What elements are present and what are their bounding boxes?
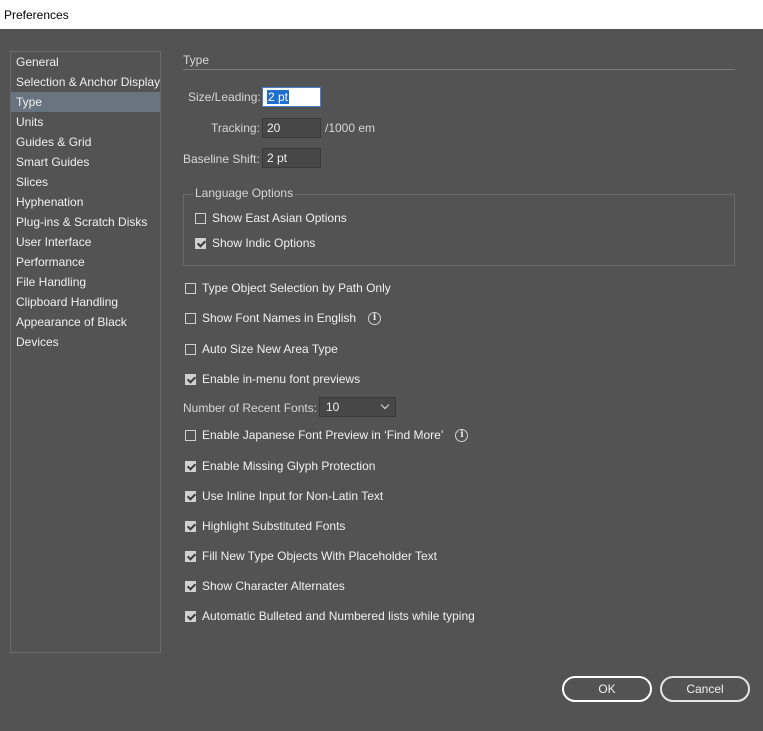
sidebar-item-smart-guides[interactable]: Smart Guides (11, 152, 160, 172)
sidebar-item-hyphenation[interactable]: Hyphenation (11, 192, 160, 212)
size-leading-label: Size/Leading: (188, 90, 261, 104)
recent-fonts-value: 10 (326, 400, 340, 414)
window-title: Preferences (4, 7, 69, 22)
inline-input-label: Use Inline Input for Non-Latin Text (202, 489, 384, 503)
character-alternates-option[interactable]: Show Character Alternates (185, 579, 345, 593)
language-options-group (183, 194, 735, 266)
font-names-english-checkbox[interactable] (185, 312, 196, 324)
size-leading-value: 2 pt (267, 90, 290, 104)
japanese-font-preview-checkbox[interactable] (185, 429, 196, 441)
font-names-english-option[interactable]: Show Font Names in English i (185, 311, 382, 325)
ok-button[interactable]: OK (562, 676, 652, 702)
placeholder-text-checkbox[interactable] (185, 550, 196, 562)
inline-input-checkbox[interactable] (185, 490, 196, 502)
window-title-bar: Preferences (0, 0, 763, 29)
sidebar-item-clipboard-handling[interactable]: Clipboard Handling (11, 292, 160, 312)
bulleted-lists-option[interactable]: Automatic Bulleted and Numbered lists wh… (185, 609, 475, 623)
show-indic-checkbox[interactable] (195, 237, 206, 249)
section-divider (183, 69, 735, 70)
tracking-unit: /1000 em (325, 121, 376, 135)
sidebar-item-slices[interactable]: Slices (11, 172, 160, 192)
sidebar-item-user-interface[interactable]: User Interface (11, 232, 160, 252)
font-names-english-label: Show Font Names in English (202, 311, 357, 325)
cancel-button[interactable]: Cancel (660, 676, 750, 702)
sidebar-item-plugins-scratch-disks[interactable]: Plug-ins & Scratch Disks (11, 212, 160, 232)
sidebar-item-selection-anchor-display[interactable]: Selection & Anchor Display (11, 72, 160, 92)
auto-size-area-type-checkbox[interactable] (185, 343, 196, 355)
inmenu-font-previews-checkbox[interactable] (185, 373, 196, 385)
sidebar-item-general[interactable]: General (11, 52, 160, 72)
bulleted-lists-checkbox[interactable] (185, 610, 196, 622)
placeholder-text-option[interactable]: Fill New Type Objects With Placeholder T… (185, 549, 437, 563)
show-indic-option[interactable]: Show Indic Options (195, 236, 315, 250)
chevron-down-icon (380, 400, 390, 410)
type-object-selection-label: Type Object Selection by Path Only (202, 281, 391, 295)
missing-glyph-protection-label: Enable Missing Glyph Protection (202, 459, 376, 473)
bulleted-lists-label: Automatic Bulleted and Numbered lists wh… (202, 609, 475, 623)
sidebar-item-type[interactable]: Type (11, 92, 160, 112)
preferences-sidebar: General Selection & Anchor Display Type … (10, 51, 161, 653)
tracking-field[interactable]: 20 (262, 118, 321, 138)
inline-input-option[interactable]: Use Inline Input for Non-Latin Text (185, 489, 383, 503)
language-options-title: Language Options (193, 186, 296, 200)
type-object-selection-checkbox[interactable] (185, 282, 196, 294)
section-title: Type (183, 53, 210, 67)
sidebar-item-units[interactable]: Units (11, 112, 160, 132)
recent-fonts-label: Number of Recent Fonts: (183, 401, 318, 415)
show-east-asian-checkbox[interactable] (195, 212, 206, 224)
sidebar-item-file-handling[interactable]: File Handling (11, 272, 160, 292)
show-indic-label: Show Indic Options (212, 236, 316, 250)
inmenu-font-previews-label: Enable in-menu font previews (202, 372, 361, 386)
show-east-asian-option[interactable]: Show East Asian Options (195, 211, 347, 225)
character-alternates-checkbox[interactable] (185, 580, 196, 592)
auto-size-area-type-option[interactable]: Auto Size New Area Type (185, 342, 338, 356)
baseline-shift-label: Baseline Shift: (183, 152, 260, 166)
sidebar-item-performance[interactable]: Performance (11, 252, 160, 272)
size-leading-field[interactable]: 2 pt (262, 87, 321, 107)
baseline-shift-field[interactable]: 2 pt (262, 148, 321, 168)
auto-size-area-type-label: Auto Size New Area Type (202, 342, 338, 356)
placeholder-text-label: Fill New Type Objects With Placeholder T… (202, 549, 437, 563)
japanese-font-preview-label: Enable Japanese Font Preview in ‘Find Mo… (202, 428, 444, 442)
tracking-label: Tracking: (211, 121, 260, 135)
sidebar-item-devices[interactable]: Devices (11, 332, 160, 352)
recent-fonts-select[interactable]: 10 (319, 397, 396, 417)
sidebar-item-guides-grid[interactable]: Guides & Grid (11, 132, 160, 152)
info-icon[interactable]: i (455, 428, 469, 442)
show-east-asian-label: Show East Asian Options (212, 211, 347, 225)
japanese-font-preview-option[interactable]: Enable Japanese Font Preview in ‘Find Mo… (185, 428, 469, 442)
info-icon[interactable]: i (368, 311, 382, 325)
highlight-substituted-fonts-checkbox[interactable] (185, 520, 196, 532)
missing-glyph-protection-option[interactable]: Enable Missing Glyph Protection (185, 459, 375, 473)
highlight-substituted-fonts-label: Highlight Substituted Fonts (202, 519, 346, 533)
type-object-selection-option[interactable]: Type Object Selection by Path Only (185, 281, 391, 295)
highlight-substituted-fonts-option[interactable]: Highlight Substituted Fonts (185, 519, 345, 533)
character-alternates-label: Show Character Alternates (202, 579, 345, 593)
missing-glyph-protection-checkbox[interactable] (185, 460, 196, 472)
inmenu-font-previews-option[interactable]: Enable in-menu font previews (185, 372, 360, 386)
sidebar-item-appearance-of-black[interactable]: Appearance of Black (11, 312, 160, 332)
